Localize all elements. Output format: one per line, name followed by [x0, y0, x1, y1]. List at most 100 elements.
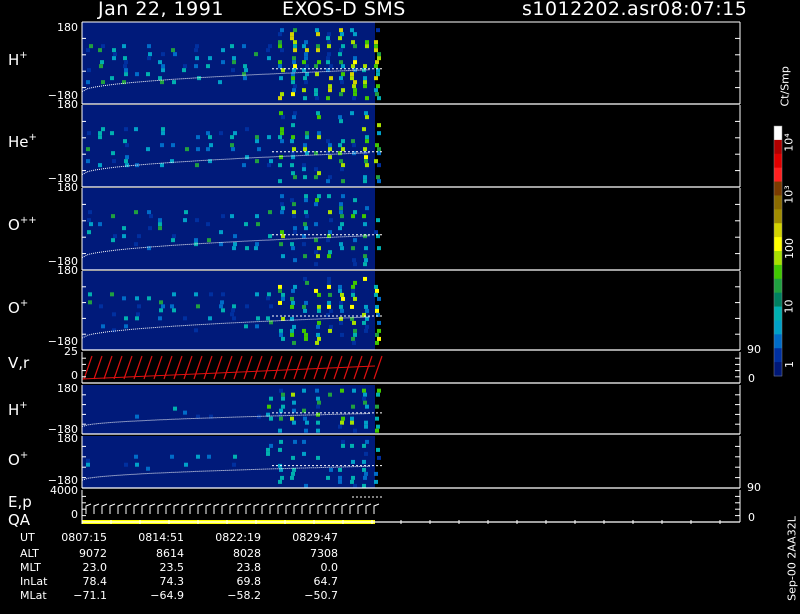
tick-ep-right-top: 90	[747, 481, 761, 494]
heatmap-cell	[112, 48, 116, 53]
heatmap-cell	[374, 230, 378, 235]
heatmap-cell	[233, 454, 237, 459]
heatmap-cell	[328, 392, 332, 397]
heatmap-cell	[292, 88, 296, 93]
heatmap-cell	[326, 139, 330, 144]
heatmap-cell	[293, 44, 297, 49]
heatmap-cell	[339, 76, 343, 81]
heatmap-cell	[341, 72, 345, 77]
heatmap-cell	[172, 234, 176, 239]
heatmap-cell	[315, 198, 319, 203]
colorbar-segment	[774, 209, 782, 224]
heatmap-cell	[125, 143, 129, 148]
heatmap-cell	[86, 48, 90, 53]
heatmap-cell	[281, 392, 285, 397]
heatmap-cell	[124, 462, 128, 467]
heatmap-cell	[290, 36, 294, 41]
heatmap-cell	[363, 262, 367, 267]
heatmap-cell	[281, 206, 285, 211]
colorbar-segment	[774, 251, 782, 266]
heatmap-cell	[158, 316, 162, 321]
heatmap-cell	[352, 84, 356, 89]
heatmap-cell	[290, 242, 294, 247]
heatmap-cell	[341, 194, 345, 199]
heatmap-cell	[374, 40, 378, 45]
heatmap-cell	[183, 218, 187, 223]
heatmap-cell	[341, 439, 345, 444]
heatmap-cell	[316, 44, 320, 49]
heatmap-cell	[376, 447, 380, 452]
legend-tick-1000: 10³	[782, 185, 796, 204]
heatmap-cell	[329, 324, 333, 329]
heatmap-cell	[161, 64, 165, 69]
heatmap-cell	[338, 467, 342, 472]
heatmap-cell	[231, 308, 235, 313]
heatmap-cell	[353, 210, 357, 215]
heatmap-cell	[230, 214, 234, 219]
heatmap-cell	[316, 332, 320, 337]
heatmap-cell	[352, 320, 356, 325]
legend-tick-100: 100	[783, 238, 796, 259]
heatmap-cell	[352, 340, 356, 345]
heatmap-cell	[362, 443, 366, 448]
heatmap-cell	[376, 392, 380, 397]
heatmap-cell	[125, 155, 129, 160]
heatmap-cell	[340, 80, 344, 85]
heatmap-cell	[290, 198, 294, 203]
heatmap-cell	[375, 416, 379, 421]
heatmap-cell	[328, 84, 332, 89]
heatmap-cell	[268, 234, 272, 239]
heatmap-cell	[124, 316, 128, 321]
heatmap-cell	[137, 304, 141, 309]
heatmap-cell	[290, 32, 294, 37]
colorbar-segment	[774, 320, 782, 335]
heatmap-cell	[339, 316, 343, 321]
tick-ep-right-bot: 0	[748, 511, 755, 524]
heatmap-cell	[278, 96, 282, 101]
heatmap-cell	[351, 214, 355, 219]
heatmap-cell	[350, 420, 354, 425]
heatmap-cell	[257, 147, 261, 152]
heatmap-cell	[280, 28, 284, 33]
heatmap-cell	[280, 210, 284, 215]
heatmap-cell	[374, 88, 378, 93]
heatmap-cell	[267, 404, 271, 409]
heatmap-cell	[317, 171, 321, 176]
heatmap-cell	[268, 210, 272, 215]
footer-row-name: ALT	[20, 547, 39, 560]
heatmap-cell	[243, 64, 247, 69]
heatmap-cell	[221, 292, 225, 297]
colorbar-segment	[774, 292, 782, 308]
heatmap-cell	[255, 135, 259, 140]
heatmap-cell	[255, 159, 259, 164]
heatmap-cell	[292, 400, 296, 405]
heatmap-cell	[269, 416, 273, 421]
heatmap-cell	[365, 439, 369, 444]
heatmap-cell	[279, 76, 283, 81]
heatmap-cell	[278, 300, 282, 305]
heatmap-cell	[182, 68, 186, 73]
heatmap-cell	[290, 332, 294, 337]
footer-row-name: MLT	[20, 561, 41, 574]
heatmap-cell	[302, 408, 306, 413]
heatmap-cell	[194, 328, 198, 333]
heatmap-cell	[374, 64, 378, 69]
heatmap-cell	[375, 308, 379, 313]
colorbar-segment	[774, 306, 782, 321]
heatmap-cell	[327, 32, 331, 37]
heatmap-cell	[327, 40, 331, 45]
heatmap-cell	[87, 68, 91, 73]
heatmap-cell	[280, 127, 284, 132]
heatmap-cell	[232, 246, 236, 251]
colorbar-segment	[774, 334, 782, 349]
heatmap-cell	[281, 254, 285, 259]
heatmap-cell	[278, 284, 282, 289]
heatmap-cell	[230, 44, 234, 49]
heatmap-cell	[339, 210, 343, 215]
heatmap-cell	[374, 44, 378, 49]
heatmap-cell	[89, 222, 93, 227]
heatmap-cell	[293, 439, 297, 444]
heatmap-cell	[293, 64, 297, 69]
heatmap-cell	[363, 400, 367, 405]
legend-tick-10000: 10⁴	[782, 133, 796, 152]
